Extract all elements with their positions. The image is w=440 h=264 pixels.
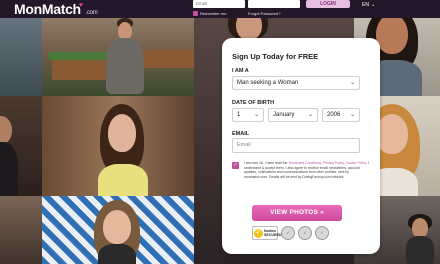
email-input[interactable]: Email [232, 138, 360, 153]
gender-seeking-select[interactable]: Man seeking a Woman ⌄ [232, 76, 360, 90]
consent-checkbox[interactable]: ✓ [232, 162, 239, 169]
chevron-down-icon: ⌄ [253, 112, 259, 118]
checkbox-icon [193, 11, 198, 16]
language-selector[interactable]: EN ⌄ [362, 2, 375, 8]
login-email-input[interactable]: Email [193, 0, 245, 8]
security-seal-icon: ✓ [298, 226, 312, 240]
email-label: EMAIL [232, 131, 250, 137]
profile-photo [42, 196, 194, 264]
dob-day-select[interactable]: 1 ⌄ [232, 108, 264, 122]
iam-label: I AM A [232, 68, 249, 74]
signup-title: Sign Up Today for FREE [232, 52, 319, 61]
chevron-down-icon: ⌄ [307, 112, 313, 118]
site-logo[interactable]: MonMatch♥.com [14, 1, 98, 17]
security-seal-icon: ✓ [281, 226, 295, 240]
terms-link[interactable]: Terms and Conditions [288, 161, 321, 165]
check-icon: ✓ [254, 229, 263, 238]
security-seal-icon: ✓ [315, 226, 329, 240]
profile-photo [0, 96, 42, 196]
chevron-down-icon: ⌄ [349, 80, 355, 86]
norton-secured-badge: ✓ Norton SECURED [252, 226, 282, 240]
login-button[interactable]: LOGIN [306, 0, 350, 8]
heart-icon: ♥ [78, 2, 83, 9]
dob-label: DATE OF BIRTH [232, 100, 275, 106]
consent-text: I am over 18. I have read the Terms and … [244, 161, 369, 179]
trust-badges: ✓ Norton SECURED ✓ ✓ ✓ [252, 226, 329, 240]
login-password-input[interactable] [248, 0, 300, 8]
dob-month-select[interactable]: January ⌄ [268, 108, 318, 122]
cookie-link[interactable]: Cookie Policy [346, 161, 366, 165]
signup-card: Sign Up Today for FREE I AM A Man seekin… [222, 38, 380, 254]
profile-photo [42, 96, 194, 196]
top-header: MonMatch♥.com Email LOGIN Remember me Fo… [0, 0, 440, 18]
view-photos-button[interactable]: VIEW PHOTOS » [252, 205, 342, 221]
privacy-link[interactable]: Privacy Policy [323, 161, 344, 165]
chevron-down-icon: ⌄ [349, 112, 355, 118]
profile-photo [0, 196, 42, 264]
check-icon: ✓ [233, 162, 238, 168]
forgot-password-link[interactable]: Forgot Password? [248, 11, 280, 16]
remember-me-checkbox[interactable]: Remember me [193, 11, 226, 16]
dob-year-select[interactable]: 2006 ⌄ [322, 108, 360, 122]
chevron-down-icon: ⌄ [370, 2, 376, 8]
